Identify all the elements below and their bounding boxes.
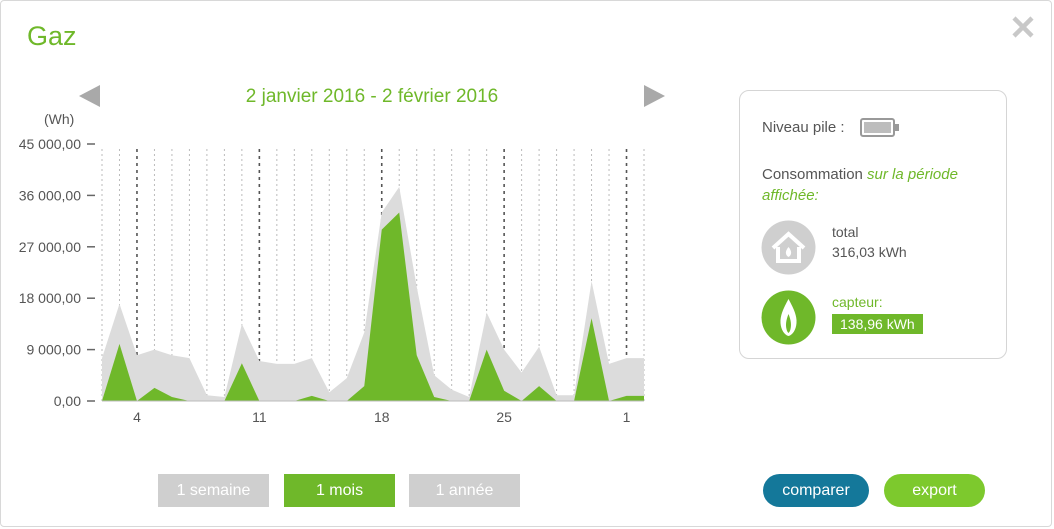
battery-icon — [860, 117, 900, 144]
x-tick-label: 25 — [496, 409, 512, 425]
x-tick-label: 18 — [374, 409, 390, 425]
flame-icon — [761, 290, 816, 345]
x-tick-label: 1 — [623, 409, 631, 425]
x-tick-label: 4 — [133, 409, 141, 425]
consumption-heading: Consommation sur la période affichée: — [762, 164, 992, 206]
total-label: total — [832, 224, 859, 240]
info-panel: Niveau pile : Consommation sur la périod… — [739, 90, 1007, 359]
house-icon — [761, 220, 816, 275]
battery-level-label: Niveau pile : — [762, 119, 845, 136]
series-areas — [102, 186, 644, 401]
consumption-chart: 45 000,00 36 000,00 27 000,00 18 000,00 9 00… — [19, 111, 645, 425]
range-week-button[interactable]: 1 semaine — [158, 474, 269, 507]
total-value: 316,03 kWh — [832, 244, 907, 260]
x-tick-label: 11 — [252, 409, 267, 425]
sensor-label: capteur: — [832, 294, 883, 310]
y-axis-label: (Wh) — [44, 111, 74, 127]
consumption-suffix: : — [814, 187, 819, 204]
y-tick-label: 0,00 — [54, 393, 81, 409]
gas-modal: Gaz 2 janvier 2016 - 2 février 2016 45 0… — [0, 0, 1052, 527]
range-year-button[interactable]: 1 année — [409, 474, 520, 507]
modal-title: Gaz — [27, 21, 77, 51]
y-tick-label: 36 000,00 — [19, 187, 81, 203]
sensor-value: 138,96 kWh — [832, 314, 923, 334]
y-tick-label: 27 000,00 — [19, 239, 81, 255]
close-icon[interactable] — [1009, 13, 1037, 41]
y-tick-label: 45 000,00 — [19, 136, 81, 152]
compare-button[interactable]: comparer — [763, 474, 869, 507]
range-month-button[interactable]: 1 mois — [284, 474, 395, 507]
y-tick-label: 9 000,00 — [27, 342, 82, 358]
consumption-prefix: Consommation — [762, 166, 868, 183]
export-button[interactable]: export — [884, 474, 985, 507]
y-tick-label: 18 000,00 — [19, 290, 81, 306]
